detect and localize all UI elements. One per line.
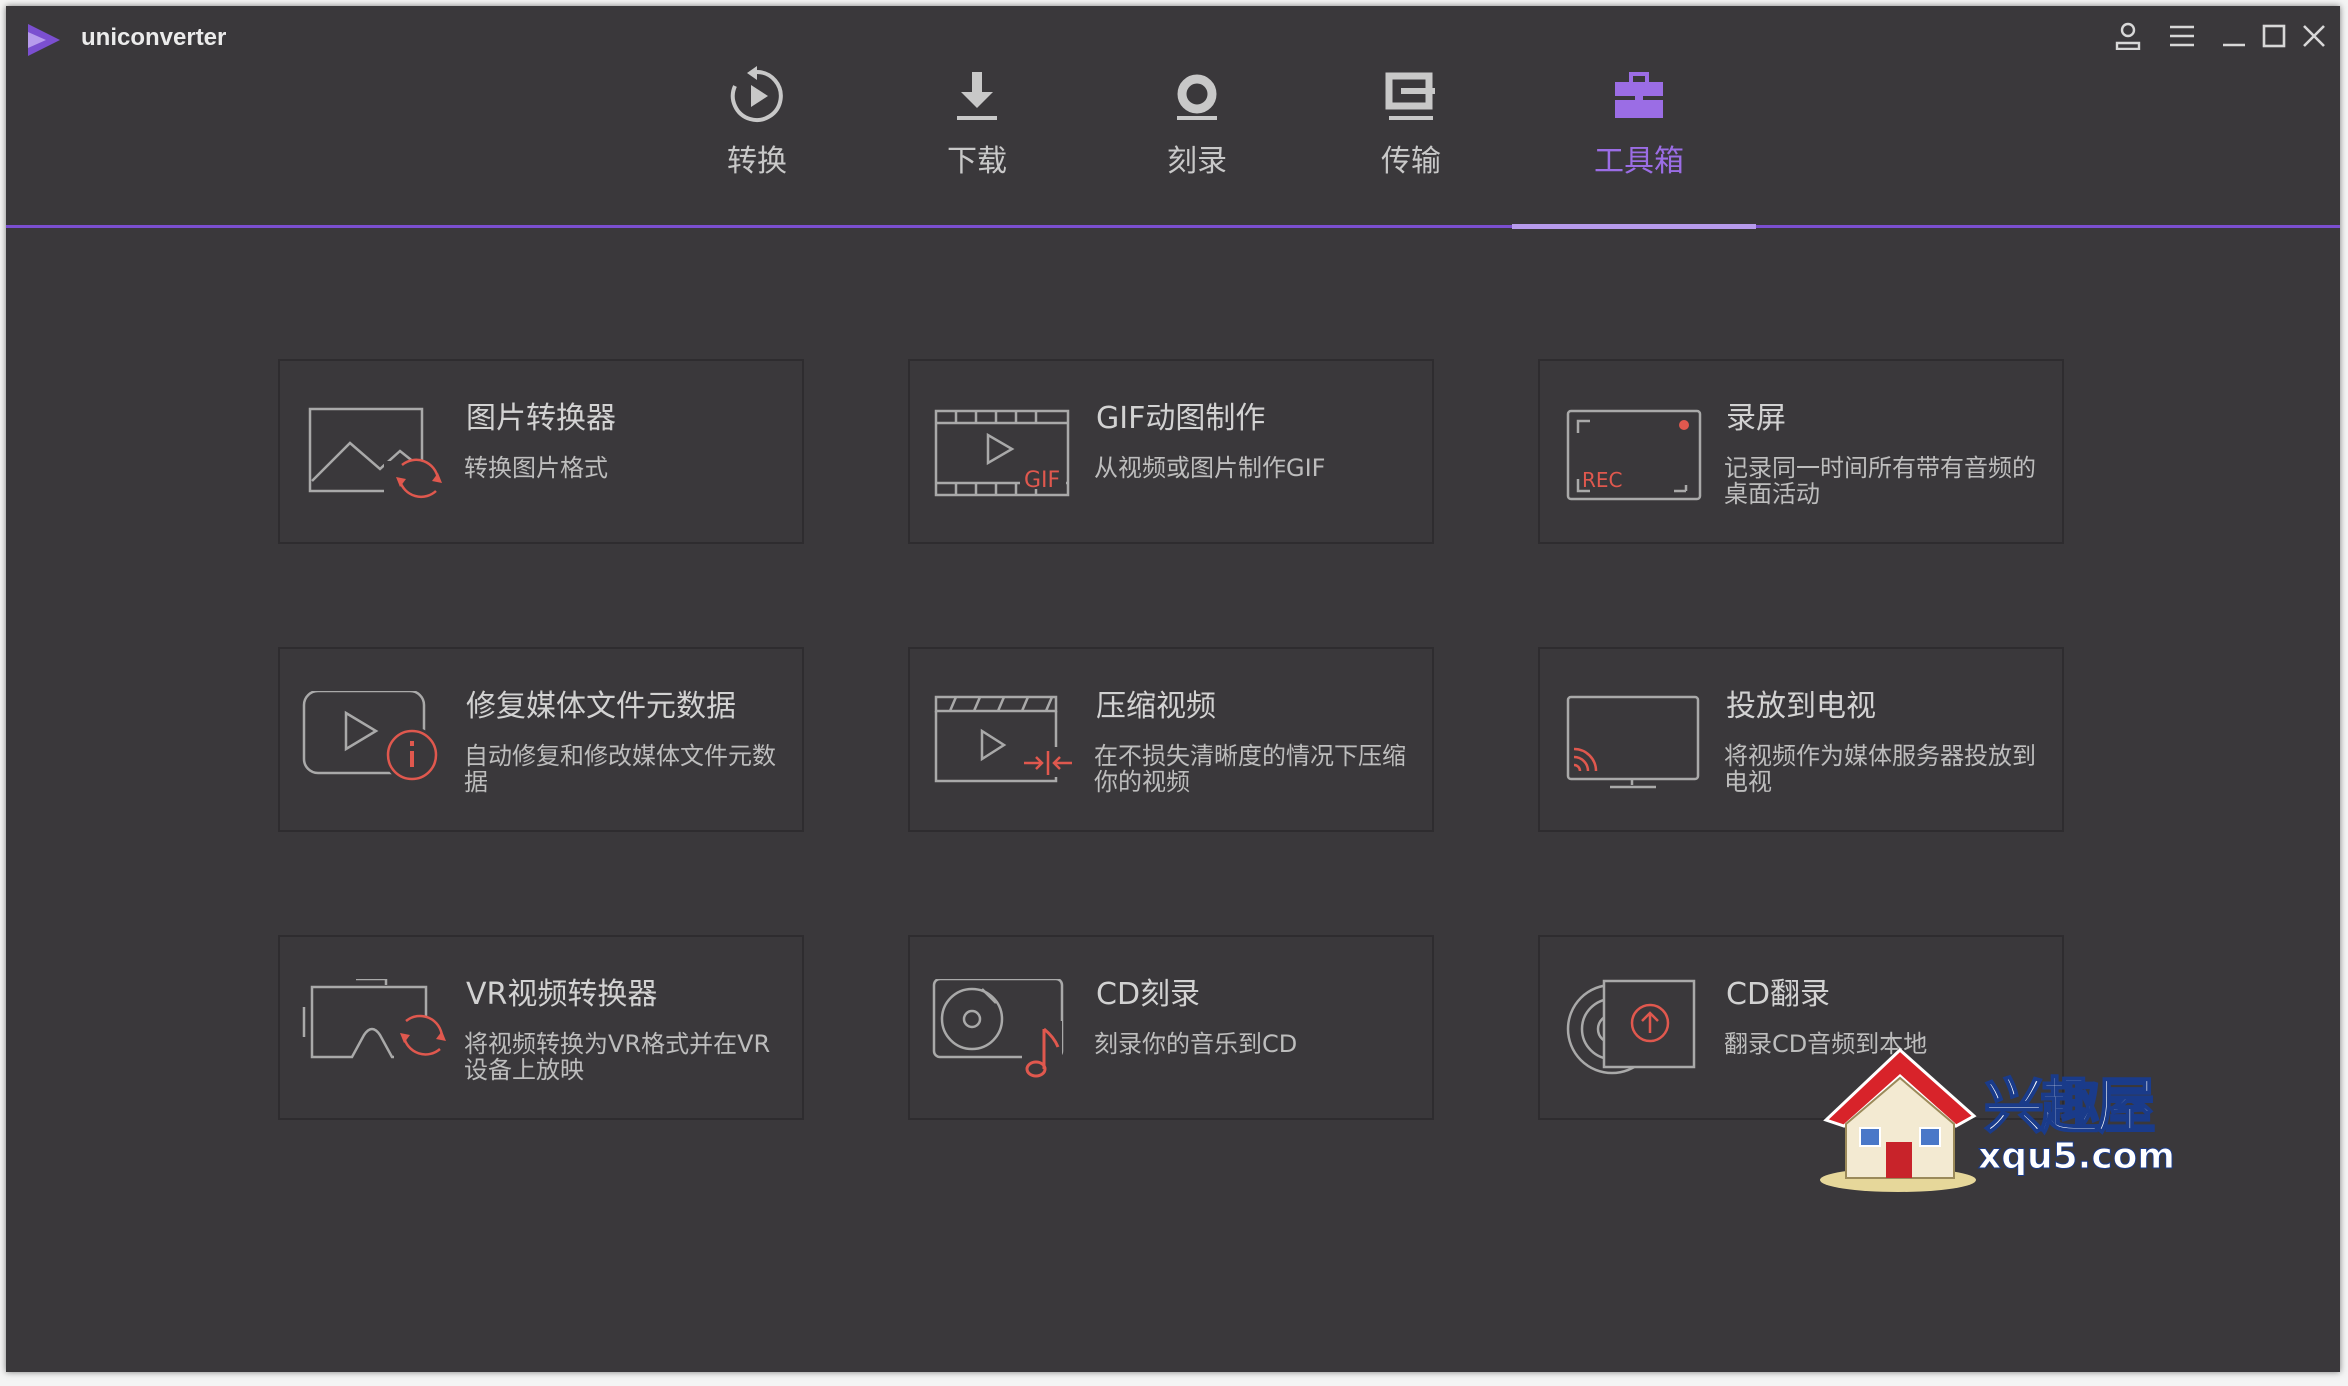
transfer-icon xyxy=(1385,72,1435,120)
nav-divider xyxy=(6,225,2340,228)
download-icon xyxy=(957,72,997,120)
tool-title: VR视频转换器 xyxy=(466,977,658,1012)
cast-tv-icon xyxy=(1566,695,1700,789)
tool-desc: 记录同一时间所有带有音频的桌面活动 xyxy=(1724,454,2036,508)
watermark-name: 兴趣屋 xyxy=(1983,1071,2157,1143)
tool-desc: 将视频作为媒体服务器投放到电视 xyxy=(1724,742,2036,796)
tool-title: 修复媒体文件元数据 xyxy=(466,689,736,724)
watermark-url: xqu5.com xyxy=(1978,1136,2176,1178)
tool-title: 录屏 xyxy=(1726,401,1786,436)
tool-desc: 转换图片格式 xyxy=(464,454,608,482)
tool-card-gif-maker[interactable]: GIF GIF动图制作 从视频或图片制作GIF xyxy=(908,359,1434,544)
screen-record-icon: REC xyxy=(1566,409,1702,501)
tool-card-cast-to-tv[interactable]: 投放到电视 将视频作为媒体服务器投放到电视 xyxy=(1538,647,2064,832)
tool-card-compress-video[interactable]: 压缩视频 在不损失清晰度的情况下压缩你的视频 xyxy=(908,647,1434,832)
tool-desc: 在不损失清晰度的情况下压缩你的视频 xyxy=(1094,742,1406,796)
gif-maker-icon: GIF xyxy=(934,409,1070,497)
convert-icon xyxy=(730,66,783,122)
cd-rip-icon xyxy=(1566,979,1696,1075)
tab-transfer[interactable]: 传输 xyxy=(1316,66,1506,196)
active-tab-indicator xyxy=(1512,224,1756,229)
tool-card-fix-metadata[interactable]: 修复媒体文件元数据 自动修复和修改媒体文件元数据 xyxy=(278,647,804,832)
tab-toolbox[interactable]: 工具箱 xyxy=(1544,66,1734,196)
tool-title: CD刻录 xyxy=(1096,977,1201,1012)
tab-download[interactable]: 下载 xyxy=(882,66,1072,196)
fix-metadata-icon xyxy=(302,691,440,783)
tab-burn[interactable]: 刻录 xyxy=(1102,66,1292,196)
house-logo-icon xyxy=(1820,1047,1977,1192)
tool-card-cd-burner[interactable]: CD刻录 刻录你的音乐到CD xyxy=(908,935,1434,1120)
app-window: uniconverter 转换 下载 刻录 传输 工具箱 图片转换器 转换图片格… xyxy=(6,6,2340,1372)
tool-desc: 自动修复和修改媒体文件元数据 xyxy=(464,742,776,796)
toolbox-icon xyxy=(1615,72,1663,118)
compress-video-icon xyxy=(934,695,1076,783)
svg-text:REC: REC xyxy=(1582,468,1623,492)
tool-card-screen-recorder[interactable]: REC 录屏 记录同一时间所有带有音频的桌面活动 xyxy=(1538,359,2064,544)
vr-convert-icon xyxy=(302,979,450,1073)
tool-desc: 从视频或图片制作GIF xyxy=(1094,454,1326,482)
main-nav: 转换 下载 刻录 传输 工具箱 xyxy=(6,6,2340,234)
watermark: 兴趣屋 xqu5.com xyxy=(1816,1046,2175,1196)
tool-title: 图片转换器 xyxy=(466,401,616,436)
tab-download-label: 下载 xyxy=(947,144,1007,179)
svg-text:GIF: GIF xyxy=(1024,468,1060,493)
tool-title: GIF动图制作 xyxy=(1096,401,1266,436)
image-convert-icon xyxy=(308,407,444,507)
tab-transfer-label: 传输 xyxy=(1381,144,1441,179)
tool-desc: 刻录你的音乐到CD xyxy=(1094,1030,1298,1058)
tab-convert-label: 转换 xyxy=(727,144,787,179)
tool-card-vr-converter[interactable]: VR视频转换器 将视频转换为VR格式并在VR设备上放映 xyxy=(278,935,804,1120)
tab-convert[interactable]: 转换 xyxy=(662,66,852,196)
cd-burn-icon xyxy=(932,979,1064,1078)
tool-title: CD翻录 xyxy=(1726,977,1831,1012)
tool-desc: 将视频转换为VR格式并在VR设备上放映 xyxy=(464,1030,771,1084)
tool-card-image-converter[interactable]: 图片转换器 转换图片格式 xyxy=(278,359,804,544)
tab-toolbox-label: 工具箱 xyxy=(1594,144,1684,179)
burn-icon xyxy=(1177,74,1217,120)
tab-burn-label: 刻录 xyxy=(1167,144,1227,179)
tool-title: 投放到电视 xyxy=(1726,689,1876,724)
tool-title: 压缩视频 xyxy=(1096,689,1216,724)
